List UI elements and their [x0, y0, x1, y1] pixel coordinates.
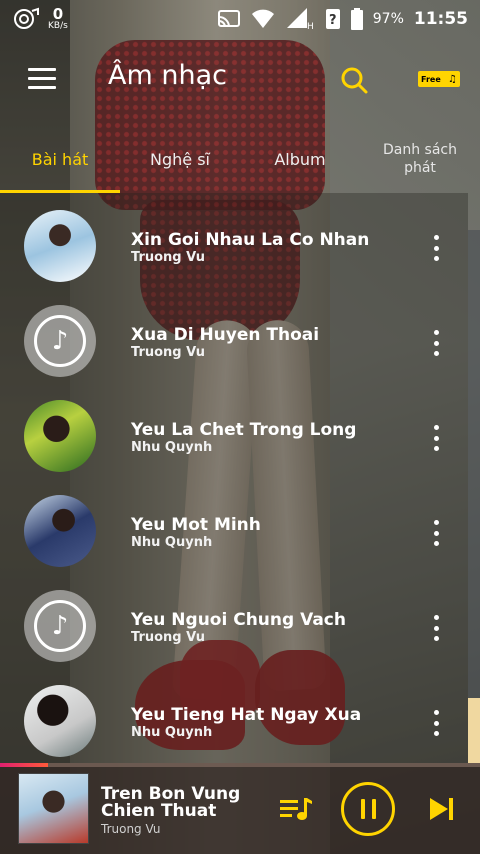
free-music-badge[interactable]: Free ♫: [418, 71, 460, 87]
song-title: Yeu Mot Minh: [131, 515, 261, 535]
album-art: [24, 210, 96, 282]
free-badge-label: Free: [421, 74, 441, 84]
more-options-icon[interactable]: [428, 235, 444, 261]
song-artist: Nhu Quynh: [131, 725, 213, 740]
pause-icon-bar: [371, 799, 376, 819]
default-music-icon: ♪: [24, 590, 96, 662]
song-list: Xin Goi Nhau La Co Nhan Truong Vu ♪ Xua …: [0, 193, 468, 763]
more-options-icon[interactable]: [428, 330, 444, 356]
clock: 11:55: [413, 9, 468, 29]
album-art: [24, 495, 96, 567]
app-header: Âm nhạc Free ♫: [0, 38, 480, 120]
queue-icon[interactable]: [278, 795, 314, 823]
song-title: Yeu La Chet Trong Long: [131, 420, 357, 440]
tab-artists[interactable]: Nghệ sĩ: [120, 130, 240, 188]
tab-albums[interactable]: Album: [240, 130, 360, 188]
scrollbar-track[interactable]: [468, 230, 480, 763]
song-artist: Truong Vu: [131, 345, 205, 360]
song-title: Xin Goi Nhau La Co Nhan: [131, 230, 370, 250]
tab-songs[interactable]: Bài hát: [0, 130, 120, 188]
menu-icon[interactable]: [28, 68, 56, 89]
cast-icon: [217, 10, 240, 28]
song-row[interactable]: Yeu Mot Minh Nhu Quynh: [0, 478, 468, 573]
song-row[interactable]: Xin Goi Nhau La Co Nhan Truong Vu: [0, 193, 468, 288]
network-speed-unit: KB/s: [48, 21, 68, 31]
signal-icon: H: [286, 8, 314, 30]
sim-alert-icon: ?: [325, 9, 340, 29]
song-title: Yeu Tieng Hat Ngay Xua: [131, 705, 362, 725]
song-artist: Nhu Quynh: [131, 535, 213, 550]
wifi-icon: [251, 9, 274, 28]
album-art: [24, 400, 96, 472]
song-artist: Truong Vu: [131, 630, 205, 645]
song-row[interactable]: ♪ Xua Di Huyen Thoai Truong Vu: [0, 288, 468, 383]
more-options-icon[interactable]: [428, 710, 444, 736]
battery-percent: 97%: [372, 11, 404, 27]
song-title: Xua Di Huyen Thoai: [131, 325, 320, 345]
skip-next-icon[interactable]: [428, 796, 456, 822]
search-icon[interactable]: [340, 66, 368, 94]
network-speed-value: 0: [52, 5, 64, 23]
song-title: Yeu Nguoi Chung Vach: [131, 610, 346, 630]
pause-button[interactable]: [341, 782, 395, 836]
battery-icon: [350, 8, 363, 30]
tab-playlists[interactable]: Danh sách phát: [370, 130, 470, 188]
playback-progress-track[interactable]: [0, 763, 480, 767]
now-playing-art[interactable]: [18, 773, 89, 844]
music-note-icon: ♫: [448, 73, 457, 85]
song-artist: Truong Vu: [131, 250, 205, 265]
scrollbar-thumb[interactable]: [468, 698, 480, 763]
song-row[interactable]: Yeu Tieng Hat Ngay Xua Nhu Quynh: [0, 668, 468, 763]
more-options-icon[interactable]: [428, 425, 444, 451]
song-row[interactable]: Yeu La Chet Trong Long Nhu Quynh: [0, 383, 468, 478]
song-row[interactable]: ♪ Yeu Nguoi Chung Vach Truong Vu: [0, 573, 468, 668]
tab-bar: Bài hát Nghệ sĩ Album Danh sách phát: [0, 130, 480, 193]
svg-text:H: H: [307, 22, 314, 30]
svg-text:?: ?: [329, 13, 337, 28]
page-title: Âm nhạc: [108, 60, 227, 91]
song-artist: Nhu Quynh: [131, 440, 213, 455]
now-playing-title: Tren Bon Vung Chien Thuat: [101, 784, 241, 821]
playback-progress-fill: [0, 763, 48, 767]
more-options-icon[interactable]: [428, 615, 444, 641]
default-music-icon: ♪: [24, 305, 96, 377]
status-bar: 0 KB/s H ? 97% 11:55: [0, 0, 480, 38]
more-options-icon[interactable]: [428, 520, 444, 546]
pause-icon: [360, 799, 365, 819]
album-art: [24, 685, 96, 757]
headphone-icon: [14, 7, 39, 29]
network-speed: 0 KB/s: [48, 7, 68, 31]
now-playing-artist: Truong Vu: [101, 822, 161, 836]
